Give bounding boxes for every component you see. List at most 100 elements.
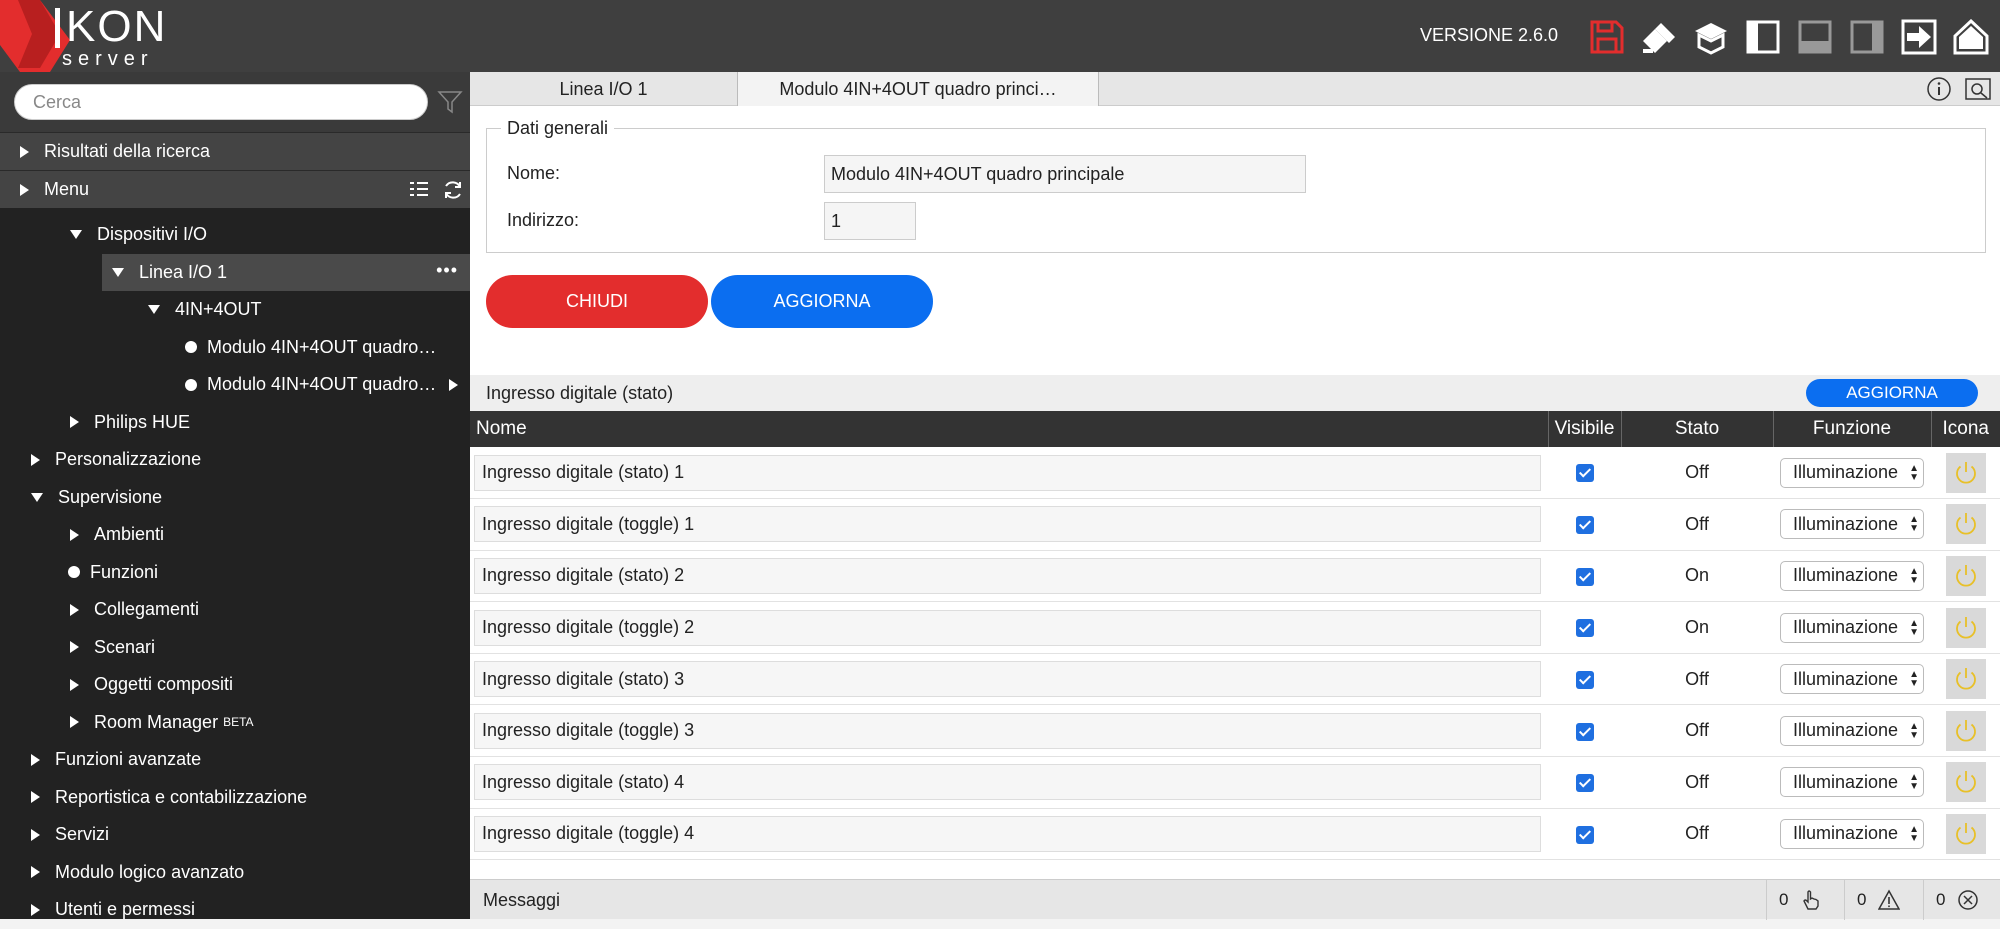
- tab-linea-io-1[interactable]: Linea I/O 1: [470, 72, 738, 106]
- row-name-field[interactable]: Ingresso digitale (stato) 3: [474, 661, 1541, 698]
- tree-item-linea-io-1[interactable]: Linea I/O 1 •••: [102, 253, 470, 291]
- function-select[interactable]: Illuminazione ▲ ▼: [1780, 767, 1924, 798]
- submenu-arrow-icon[interactable]: [449, 379, 458, 391]
- counter-value: 0: [1779, 890, 1789, 909]
- tree-item-ambienti[interactable]: Ambienti: [0, 516, 470, 554]
- row-name-field[interactable]: Ingresso digitale (stato) 2: [474, 557, 1541, 594]
- home-icon[interactable]: [1949, 15, 1993, 59]
- row-name-field[interactable]: Ingresso digitale (toggle) 4: [474, 815, 1541, 852]
- expand-arrow-icon: [70, 416, 79, 429]
- power-icon[interactable]: [1945, 710, 1986, 751]
- power-icon[interactable]: [1945, 659, 1986, 700]
- tree-item-modulo-logico[interactable]: Modulo logico avanzato: [0, 854, 470, 892]
- tree-item-reportistica[interactable]: Reportistica e contabilizzazione: [0, 779, 470, 817]
- select-arrows-icon: ▲ ▼: [1907, 565, 1919, 586]
- cell-stato: On: [1621, 550, 1773, 603]
- messages-counter-warnings[interactable]: 0: [1844, 880, 1923, 920]
- tree-item-modulo-1[interactable]: Modulo 4IN+4OUT quadro…: [0, 329, 470, 367]
- visible-checkbox[interactable]: [1575, 774, 1594, 793]
- name-field[interactable]: [824, 155, 1306, 193]
- save-icon[interactable]: [1585, 15, 1629, 59]
- visible-checkbox[interactable]: [1575, 464, 1594, 483]
- logo: KON server: [0, 0, 190, 72]
- function-select[interactable]: Illuminazione ▲ ▼: [1780, 715, 1924, 746]
- function-select[interactable]: Illuminazione ▲ ▼: [1780, 664, 1924, 695]
- power-icon[interactable]: [1945, 813, 1986, 854]
- more-options-icon[interactable]: •••: [436, 260, 458, 281]
- section-update-button[interactable]: AGGIORNA: [1806, 379, 1978, 407]
- messages-counter-info[interactable]: 0: [1766, 880, 1844, 920]
- layout-left-icon[interactable]: [1741, 15, 1785, 59]
- function-select[interactable]: Illuminazione ▲ ▼: [1780, 612, 1924, 643]
- visible-checkbox[interactable]: [1575, 516, 1594, 535]
- expand-arrow-icon: [70, 716, 79, 729]
- row-name-field[interactable]: Ingresso digitale (stato) 4: [474, 764, 1541, 801]
- close-button[interactable]: CHIUDI: [486, 275, 708, 328]
- cell-nome: Ingresso digitale (stato) 1: [470, 447, 1548, 500]
- power-icon[interactable]: [1945, 504, 1986, 545]
- layout-bottom-icon[interactable]: [1793, 15, 1837, 59]
- tree-item-oggetti-compositi[interactable]: Oggetti compositi: [0, 666, 470, 704]
- power-icon[interactable]: [1945, 762, 1986, 803]
- search-input[interactable]: [14, 84, 428, 120]
- tree-item-servizi[interactable]: Servizi: [0, 816, 470, 854]
- tree-item-funzioni-avanzate[interactable]: Funzioni avanzate: [0, 741, 470, 779]
- refresh-icon[interactable]: [442, 179, 464, 201]
- power-icon[interactable]: [1945, 452, 1986, 493]
- tree-item-supervisione[interactable]: Supervisione: [0, 479, 470, 517]
- tree-item-modulo-2[interactable]: Modulo 4IN+4OUT quadro…: [0, 366, 470, 404]
- graduation-cap-icon[interactable]: [1689, 15, 1733, 59]
- visible-checkbox[interactable]: [1575, 825, 1594, 844]
- visible-checkbox[interactable]: [1575, 619, 1594, 638]
- info-icon[interactable]: [1926, 76, 1952, 102]
- tree-item-collegamenti[interactable]: Collegamenti: [0, 591, 470, 629]
- tree-item-funzioni[interactable]: Funzioni: [0, 554, 470, 592]
- function-select[interactable]: Illuminazione ▲ ▼: [1780, 509, 1924, 540]
- section-search-results[interactable]: Risultati della ricerca: [0, 132, 470, 170]
- brush-icon[interactable]: [1637, 15, 1681, 59]
- list-settings-icon[interactable]: [408, 179, 430, 201]
- logout-icon[interactable]: [1897, 15, 1941, 59]
- filter-icon[interactable]: [437, 89, 463, 115]
- visible-checkbox[interactable]: [1575, 670, 1594, 689]
- tree-item-personalizzazione[interactable]: Personalizzazione: [0, 441, 470, 479]
- row-name-field[interactable]: Ingresso digitale (toggle) 1: [474, 506, 1541, 543]
- tree-item-utenti-permessi[interactable]: Utenti e permessi: [0, 891, 470, 929]
- logo-subtext: server: [62, 48, 154, 70]
- row-name-field[interactable]: Ingresso digitale (stato) 1: [474, 454, 1541, 491]
- cell-visibile: [1548, 808, 1621, 861]
- messages-title: Messaggi: [483, 890, 561, 910]
- toolbar: [1585, 15, 1993, 59]
- tree-item-label: Reportistica e contabilizzazione: [55, 786, 308, 807]
- cell-nome: Ingresso digitale (stato) 4: [470, 756, 1548, 809]
- function-select[interactable]: Illuminazione ▲ ▼: [1780, 560, 1924, 591]
- counter-value: 0: [1857, 890, 1867, 909]
- function-select[interactable]: Illuminazione ▲ ▼: [1780, 818, 1924, 849]
- function-select[interactable]: Illuminazione ▲ ▼: [1780, 457, 1924, 488]
- inspect-icon[interactable]: [1964, 76, 1992, 102]
- cell-visibile: [1548, 498, 1621, 551]
- messages-counter-errors[interactable]: 0: [1923, 880, 2000, 920]
- visible-checkbox[interactable]: [1575, 567, 1594, 586]
- name-label: Nome:: [507, 163, 561, 183]
- address-field[interactable]: [824, 202, 916, 240]
- section-menu[interactable]: Menu: [0, 170, 470, 208]
- tree-item-scenari[interactable]: Scenari: [0, 629, 470, 667]
- row-name-field[interactable]: Ingresso digitale (toggle) 3: [474, 712, 1541, 749]
- tree-item-label: Utenti e permessi: [55, 899, 196, 920]
- cell-icona: [1931, 447, 2000, 500]
- tree-item-dispositivi-io[interactable]: Dispositivi I/O: [0, 216, 470, 254]
- tab-modulo[interactable]: Modulo 4IN+4OUT quadro princi…: [738, 72, 1099, 106]
- update-button[interactable]: AGGIORNA: [711, 275, 933, 328]
- visible-checkbox[interactable]: [1575, 722, 1594, 741]
- power-icon[interactable]: [1945, 555, 1986, 596]
- logo-text: KON: [66, 2, 168, 51]
- tree-item-room-manager[interactable]: Room Manager BETA: [0, 704, 470, 742]
- hand-pointer-icon: [1803, 890, 1820, 910]
- row-name-field[interactable]: Ingresso digitale (toggle) 2: [474, 609, 1541, 646]
- tree-item-4in4out[interactable]: 4IN+4OUT: [0, 291, 470, 329]
- general-data-legend: Dati generali: [507, 118, 609, 138]
- tree-item-philips-hue[interactable]: Philips HUE: [0, 404, 470, 442]
- layout-right-icon[interactable]: [1845, 15, 1889, 59]
- power-icon[interactable]: [1945, 607, 1986, 648]
